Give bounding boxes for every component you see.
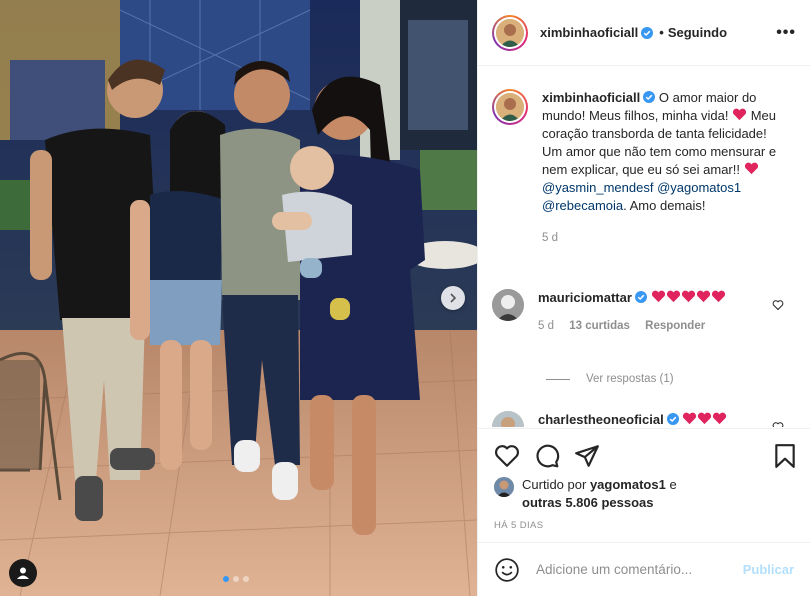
red-heart-icon — [666, 290, 680, 303]
carousel-dot — [233, 576, 239, 582]
likes-others-link[interactable]: outras 5.806 pessoas — [522, 495, 654, 510]
mention-link[interactable]: @rebecamoia — [542, 198, 623, 213]
share-icon[interactable] — [574, 443, 600, 469]
reply-button[interactable]: Responder — [645, 320, 705, 332]
carousel-dot — [223, 576, 229, 582]
comment-hearts — [651, 290, 726, 305]
comment-hearts — [682, 412, 727, 427]
carousel-indicator — [223, 576, 249, 582]
more-options-icon[interactable]: ••• — [776, 24, 796, 42]
follow-separator: • — [659, 25, 664, 40]
comment-body: charlestheoneoficial — [538, 411, 768, 427]
verified-icon — [634, 291, 647, 303]
comment: mauriciomattar 5 d 13 curtidas Responder — [478, 289, 810, 335]
caption: ximbinhaoficiall O amor maior do mundo! … — [478, 89, 810, 247]
comment: charlestheoneoficial — [478, 411, 810, 427]
liker-avatar[interactable] — [494, 477, 514, 497]
red-heart-icon — [713, 412, 727, 425]
post-timestamp[interactable]: HÁ 5 DIAS — [494, 520, 544, 531]
avatar-image — [496, 18, 524, 47]
commenter-avatar[interactable] — [492, 411, 524, 427]
comment-like-count[interactable]: 13 curtidas — [569, 320, 630, 332]
caption-time[interactable]: 5 d — [542, 232, 558, 244]
caption-body: ximbinhaoficiall O amor maior do mundo! … — [542, 89, 777, 247]
caption-username[interactable]: ximbinhaoficiall — [542, 90, 640, 105]
user-tag-button[interactable] — [9, 559, 37, 587]
red-heart-icon — [733, 108, 747, 121]
heart-icon[interactable] — [494, 443, 520, 469]
author-avatar[interactable] — [492, 14, 528, 51]
verified-icon — [666, 413, 679, 425]
red-heart-icon — [696, 290, 710, 303]
family-photo — [0, 0, 477, 596]
post-header: ximbinhaoficiall • Seguindo ••• — [478, 0, 810, 66]
likes-conj: e — [669, 477, 677, 492]
comments-list: ximbinhaoficiall O amor maior do mundo! … — [478, 67, 810, 427]
next-slide-button[interactable] — [441, 286, 465, 310]
avatar-frame — [494, 91, 526, 123]
mention-link[interactable]: @yagomatos1 — [657, 180, 741, 195]
avatar-frame — [494, 16, 526, 49]
instagram-post: ximbinhaoficiall • Seguindo ••• ximbinha… — [0, 0, 810, 596]
emoji-icon[interactable] — [494, 557, 520, 583]
caption-avatar[interactable] — [492, 89, 528, 125]
red-heart-icon — [744, 162, 758, 175]
carousel-dot — [243, 576, 249, 582]
user-tag-icon — [17, 567, 29, 579]
bookmark-icon[interactable] — [772, 443, 798, 469]
mention-link[interactable]: @yasmin_mendesf — [542, 180, 653, 195]
publish-button[interactable]: Publicar — [743, 562, 794, 577]
comment-meta: 5 d 13 curtidas Responder — [538, 317, 768, 335]
red-heart-icon — [651, 290, 665, 303]
view-replies-label: Ver respostas (1) — [586, 373, 674, 385]
post-sidebar: ximbinhaoficiall • Seguindo ••• ximbinha… — [477, 0, 810, 596]
red-heart-icon — [711, 290, 725, 303]
following-button[interactable]: Seguindo — [668, 25, 727, 40]
avatar-image — [496, 93, 524, 121]
post-photo[interactable] — [0, 0, 477, 596]
heart-icon[interactable] — [772, 299, 784, 311]
liker-username[interactable]: yagomatos1 — [590, 477, 666, 492]
comment-username[interactable]: mauriciomattar — [538, 290, 632, 305]
likes-prefix: Curtido por — [522, 477, 587, 492]
red-heart-icon — [698, 412, 712, 425]
red-heart-icon — [681, 290, 695, 303]
likes-text: Curtido por yagomatos1 e outras 5.806 pe… — [522, 476, 677, 512]
verified-icon — [643, 91, 656, 103]
comment-input[interactable] — [534, 561, 743, 578]
view-replies-button[interactable]: Ver respostas (1) — [546, 373, 674, 385]
commenter-avatar[interactable] — [492, 289, 524, 321]
comment-username[interactable]: charlestheoneoficial — [538, 412, 664, 427]
add-comment-bar: Publicar — [478, 542, 810, 596]
verified-icon — [641, 26, 654, 39]
author-username[interactable]: ximbinhaoficiall — [540, 25, 638, 40]
caption-text-3: . Amo demais! — [623, 198, 706, 213]
caption-meta: 5 d — [542, 229, 777, 247]
comment-icon[interactable] — [534, 443, 560, 469]
chevron-right-icon — [450, 293, 457, 303]
replies-divider — [546, 378, 570, 380]
comment-body: mauriciomattar 5 d 13 curtidas Responder — [538, 289, 768, 335]
likes-summary: Curtido por yagomatos1 e outras 5.806 pe… — [494, 476, 677, 512]
red-heart-icon — [683, 412, 697, 425]
heart-icon[interactable] — [772, 421, 784, 427]
comment-time[interactable]: 5 d — [538, 320, 554, 332]
